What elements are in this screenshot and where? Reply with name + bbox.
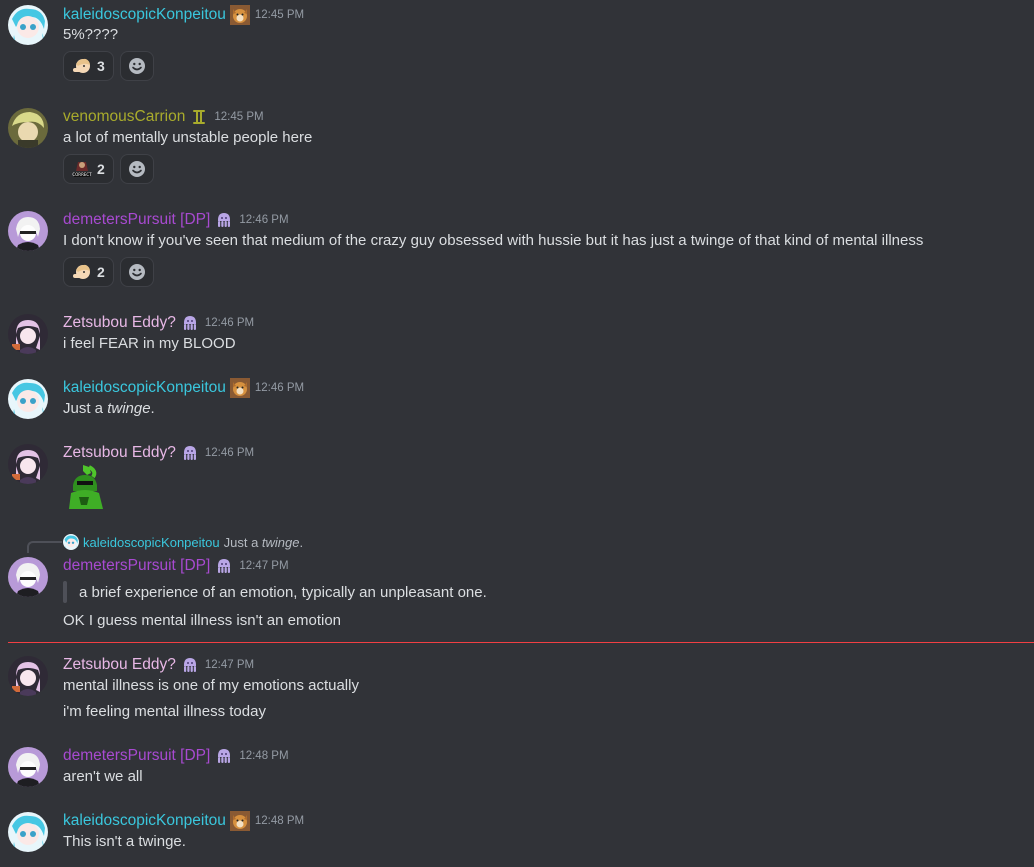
username[interactable]: kaleidoscopicKonpeitou <box>63 812 226 830</box>
reply-reference[interactable]: kaleidoscopicKonpeitou Just a twinge. <box>63 533 303 551</box>
add-reaction-icon <box>127 262 147 282</box>
reaction-count: 2 <box>97 161 105 177</box>
chat-log: kaleidoscopicKonpeitou 12:45 PM 5%???? 3… <box>0 0 1034 867</box>
add-reaction-icon <box>127 159 147 179</box>
timestamp: 12:47 PM <box>204 659 255 671</box>
reply-text[interactable]: Just a twinge. <box>224 535 304 550</box>
timestamp: 12:46 PM <box>204 447 255 459</box>
reaction-count: 3 <box>97 58 105 74</box>
text-part: Just a <box>223 534 262 550</box>
username[interactable]: demetersPursuit [DP] <box>63 211 210 229</box>
octopus-icon <box>214 210 234 230</box>
octopus-icon <box>214 746 234 766</box>
octopus-icon <box>180 313 200 333</box>
timestamp: 12:46 PM <box>239 214 289 226</box>
username[interactable]: venomousCarrion <box>63 108 185 126</box>
reaction[interactable]: 2 <box>63 154 114 184</box>
add-reaction-icon <box>127 56 147 76</box>
add-reaction-button[interactable] <box>119 51 154 81</box>
reply-spine <box>27 541 62 553</box>
timestamp: 12:46 PM <box>254 382 305 394</box>
avatar[interactable] <box>8 747 48 787</box>
message-text: Just a twinge. <box>63 399 155 419</box>
text-part: . <box>299 534 304 550</box>
block-quote: a brief experience of an emotion, typica… <box>63 581 487 603</box>
add-reaction-button[interactable] <box>119 154 154 184</box>
octopus-icon <box>214 556 234 576</box>
timestamp: 12:45 PM <box>214 111 264 123</box>
gemini-icon <box>189 107 209 127</box>
timestamp: 12:46 PM <box>204 317 255 329</box>
octopus-icon <box>180 655 200 675</box>
timestamp: 12:48 PM <box>239 750 289 762</box>
dog-icon <box>230 5 250 25</box>
message-text: 5%???? <box>63 26 119 43</box>
username[interactable]: demetersPursuit [DP] <box>63 747 210 765</box>
username[interactable]: kaleidoscopicKonpeitou <box>63 6 226 24</box>
message-text: OK I guess mental illness isn't an emoti… <box>63 612 341 629</box>
username[interactable]: demetersPursuit [DP] <box>63 557 210 575</box>
dog-icon <box>230 811 250 831</box>
message-text: This isn't a twinge. <box>63 833 186 850</box>
message-text: a lot of mentally unstable people here <box>63 129 313 146</box>
italic-text: twinge <box>107 400 151 417</box>
avatar[interactable] <box>8 812 48 852</box>
avatar[interactable] <box>8 379 48 419</box>
pointing-character-emoji-icon <box>72 56 92 76</box>
green-goblin-sticker-icon[interactable] <box>63 463 111 511</box>
reply-username[interactable]: kaleidoscopicKonpeitou <box>83 535 220 550</box>
add-reaction-button[interactable] <box>119 257 154 287</box>
correct-emoji-icon <box>72 159 92 179</box>
reactions: 2 <box>63 154 154 184</box>
reactions: 2 <box>63 257 154 287</box>
reaction[interactable]: 2 <box>63 257 114 287</box>
new-messages-divider <box>8 642 1034 643</box>
avatar[interactable] <box>8 314 48 354</box>
text-part: Just a <box>63 400 108 417</box>
timestamp: 12:47 PM <box>239 560 289 572</box>
reply-avatar <box>63 534 79 550</box>
avatar[interactable] <box>8 211 48 251</box>
message-text: i'm feeling mental illness today <box>63 703 266 720</box>
avatar[interactable] <box>8 557 48 597</box>
quote-text: a brief experience of an emotion, typica… <box>79 583 487 601</box>
username[interactable]: Zetsubou Eddy? <box>63 314 176 332</box>
pointing-character-emoji-icon <box>72 262 92 282</box>
reactions: 3 <box>63 51 154 81</box>
octopus-icon <box>180 443 200 463</box>
avatar[interactable] <box>8 5 48 45</box>
username[interactable]: Zetsubou Eddy? <box>63 656 176 674</box>
avatar[interactable] <box>8 444 48 484</box>
text-part: . <box>150 400 155 417</box>
avatar[interactable] <box>8 656 48 696</box>
message-text: i feel FEAR in my BLOOD <box>63 335 236 352</box>
message-text: mental illness is one of my emotions act… <box>63 677 359 694</box>
reaction-count: 2 <box>97 264 105 280</box>
quote-bar <box>63 581 67 603</box>
username[interactable]: kaleidoscopicKonpeitou <box>63 379 226 397</box>
dog-icon <box>230 378 250 398</box>
timestamp: 12:48 PM <box>254 815 305 827</box>
avatar[interactable] <box>8 108 48 148</box>
reaction[interactable]: 3 <box>63 51 114 81</box>
message-text: aren't we all <box>63 768 143 785</box>
username[interactable]: Zetsubou Eddy? <box>63 444 176 462</box>
message-text: I don't know if you've seen that medium … <box>63 232 924 249</box>
timestamp: 12:45 PM <box>254 9 305 21</box>
italic-text: twinge <box>261 534 300 550</box>
